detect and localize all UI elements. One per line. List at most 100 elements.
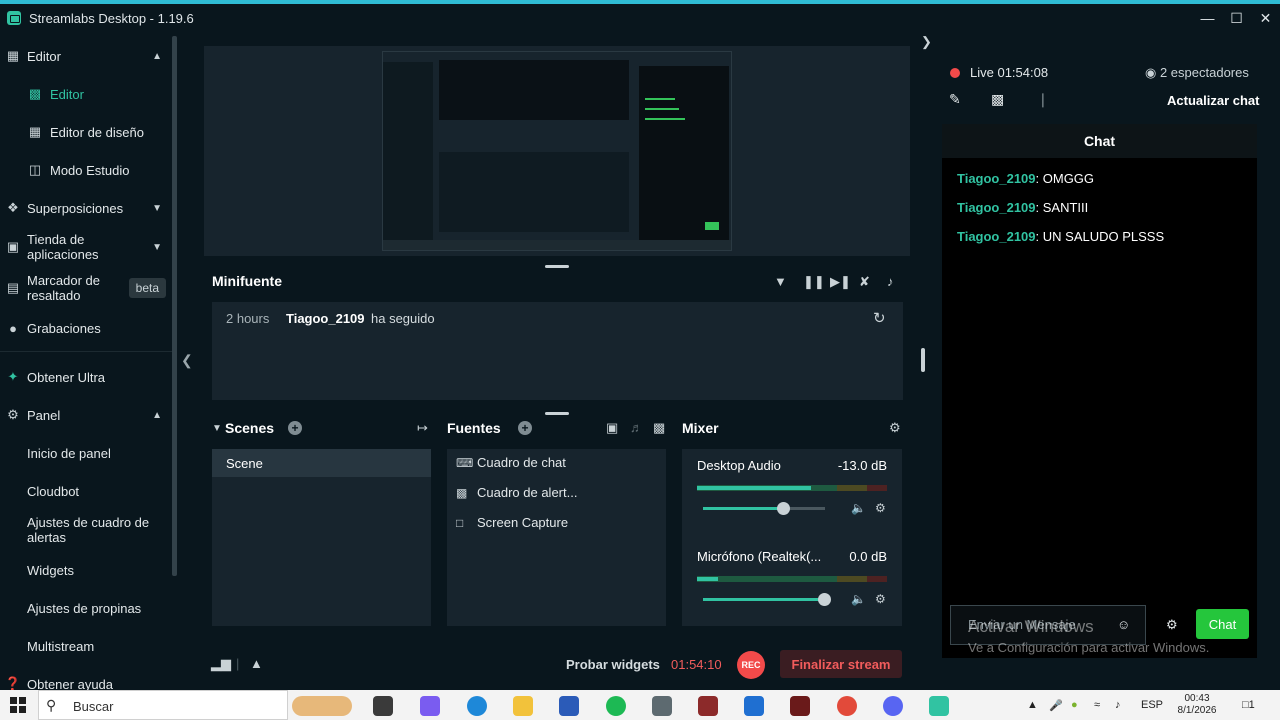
maximize-icon[interactable]: ☐ <box>1222 4 1251 32</box>
language-indicator[interactable]: ESP <box>1141 699 1163 711</box>
sidebar-item-overlays[interactable]: ❖ Superposiciones ▼ <box>0 200 172 216</box>
sidebar-item-recordings[interactable]: ● Grabaciones <box>0 320 172 336</box>
share-icon[interactable]: ❘ <box>1037 91 1049 108</box>
sidebar-scrollbar[interactable] <box>172 36 177 576</box>
audio-source-icon[interactable]: ♬ <box>630 420 643 435</box>
editor-icon: ▦ <box>6 48 20 63</box>
sidebar-group-editor[interactable]: ▦ Editor ▲ <box>0 48 172 64</box>
add-scene-icon[interactable]: + <box>288 421 302 435</box>
transition-icon[interactable]: ↦ <box>417 420 428 436</box>
sidebar-item-layout-editor[interactable]: ▦ Editor de diseño <box>0 124 172 140</box>
chat-message: Tiagoo_2109: OMGGG <box>957 171 1094 186</box>
send-chat-button[interactable]: Chat <box>1196 609 1249 639</box>
windows-start-icon[interactable] <box>10 697 26 713</box>
sidebar-item-multistream[interactable]: Multistream <box>0 638 172 654</box>
speaker-icon[interactable]: ♪ <box>1115 699 1121 711</box>
task-view-icon[interactable] <box>373 696 393 716</box>
source-item[interactable]: □ Screen Capture <box>456 515 568 530</box>
event-user[interactable]: Tiagoo_2109 <box>286 311 365 326</box>
chat-username[interactable]: Tiagoo_2109 <box>957 229 1036 244</box>
slider-knob[interactable] <box>818 593 831 606</box>
window-title: Streamlabs Desktop - 1.19.6 <box>29 10 194 26</box>
microphone-icon[interactable]: 🎤 <box>1049 699 1063 712</box>
notifications-icon[interactable]: ▲ <box>250 656 263 671</box>
sidebar-item-studio-mode[interactable]: ◫ Modo Estudio <box>0 162 172 178</box>
scene-item[interactable]: Scene <box>212 449 431 477</box>
filter-icon[interactable]: ▼ <box>774 274 787 289</box>
spotify-icon[interactable] <box>606 696 626 716</box>
streamlabs-logo-icon <box>7 11 21 25</box>
copilot-icon[interactable] <box>420 696 440 716</box>
speaker-icon[interactable]: 🔈 <box>851 592 866 606</box>
collapse-sidebar-icon[interactable]: ❮ <box>181 352 193 369</box>
emoji-icon[interactable]: ☺ <box>1117 617 1130 632</box>
volume-slider[interactable] <box>703 593 831 606</box>
tray-chevron-icon[interactable]: ▲ <box>1027 699 1038 711</box>
chat-username[interactable]: Tiagoo_2109 <box>957 171 1036 186</box>
sidebar-item-label: Editor <box>50 86 84 102</box>
game-icon[interactable] <box>698 696 718 716</box>
resize-handle[interactable] <box>545 265 569 268</box>
sidebar-item-label: Superposiciones <box>27 200 124 216</box>
sidebar-item-help[interactable]: ❓ Obtener ayuda <box>0 676 172 690</box>
clip-camera-icon[interactable]: ▩ <box>991 91 1004 108</box>
channel-settings-icon[interactable]: ⚙ <box>875 592 886 606</box>
streamlabs-taskbar-icon[interactable] <box>929 696 949 716</box>
record-icon: ● <box>9 320 17 336</box>
sidebar-item-dashboard-home[interactable]: Inicio de panel <box>0 445 172 461</box>
calculator-icon[interactable] <box>652 696 672 716</box>
close-icon[interactable]: ✕ <box>1251 4 1280 32</box>
replay-icon[interactable]: ↻ <box>873 309 886 327</box>
sidebar-item-label: Inicio de panel <box>27 445 111 461</box>
sidebar-item-editor[interactable]: ▩ Editor <box>0 86 172 102</box>
record-button[interactable]: REC <box>737 651 765 679</box>
sidebar-item-tip-settings[interactable]: Ajustes de propinas <box>0 600 172 616</box>
discord-icon[interactable] <box>883 696 903 716</box>
volume-slider[interactable] <box>703 502 825 515</box>
beta-badge: beta <box>128 278 166 298</box>
edge-icon[interactable] <box>467 696 487 716</box>
word-icon[interactable] <box>559 696 579 716</box>
sidebar-item-widgets[interactable]: Widgets <box>0 562 172 578</box>
resize-handle[interactable] <box>545 412 569 415</box>
minimize-icon[interactable]: — <box>1193 4 1222 32</box>
speaker-icon[interactable]: 🔈 <box>851 501 866 515</box>
source-item[interactable]: ⌨ Cuadro de chat <box>456 455 566 470</box>
sidebar-item-label: Ajustes de cuadro de alertas <box>27 515 150 545</box>
chat-settings-icon[interactable]: ⚙ <box>1166 617 1178 633</box>
xbox-icon[interactable]: ● <box>1071 699 1078 711</box>
source-item[interactable]: ▩ Cuadro de alert... <box>456 485 577 500</box>
mixer-settings-icon[interactable]: ⚙ <box>889 420 901 436</box>
panel-resize-handle[interactable] <box>921 348 925 372</box>
chrome-icon[interactable] <box>837 696 857 716</box>
game-launcher-icon[interactable] <box>790 696 810 716</box>
channel-settings-icon[interactable]: ⚙ <box>875 501 886 515</box>
mute-alerts-icon[interactable]: ✘ <box>859 274 870 290</box>
file-explorer-icon[interactable] <box>513 696 533 716</box>
notifications-center-icon[interactable]: □1 <box>1242 699 1255 711</box>
chat-username[interactable]: Tiagoo_2109 <box>957 200 1036 215</box>
sidebar-group-panel[interactable]: ⚙ Panel ▲ <box>0 407 172 423</box>
chevron-down-icon[interactable]: ▼ <box>212 423 222 434</box>
skip-icon[interactable]: ▶❚ <box>830 274 851 290</box>
sidebar-item-alert-box-settings[interactable]: Ajustes de cuadro de alertas <box>0 514 172 546</box>
volume-icon[interactable]: ♪ <box>887 274 894 289</box>
pause-icon[interactable]: ❚❚ <box>803 274 825 290</box>
wifi-icon[interactable]: ≈ <box>1094 699 1100 711</box>
test-widgets-button[interactable]: Probar widgets <box>566 657 660 672</box>
source-selection-icon[interactable]: ▣ <box>606 420 618 436</box>
sidebar-item-ultra[interactable]: ✦ Obtener Ultra <box>0 369 172 385</box>
end-stream-button[interactable]: Finalizar stream <box>780 650 902 678</box>
taskbar-clock[interactable]: 00:43 8/1/2026 <box>1172 693 1222 717</box>
sidebar-item-cloudbot[interactable]: Cloudbot <box>0 483 172 499</box>
add-source-icon[interactable]: + <box>518 421 532 435</box>
sidebar-item-highlighter[interactable]: ▤ Marcador de resaltado beta <box>0 272 172 304</box>
refresh-chat-button[interactable]: Actualizar chat <box>1167 93 1259 108</box>
folder-icon[interactable]: ▩ <box>653 420 665 436</box>
roblox-studio-icon[interactable] <box>744 696 764 716</box>
slider-knob[interactable] <box>776 502 790 515</box>
search-highlight-image[interactable] <box>292 696 352 716</box>
sidebar-item-app-store[interactable]: ▣ Tienda de aplicaciones ▼ <box>0 231 172 263</box>
edit-stream-icon[interactable]: ✎ <box>949 91 961 108</box>
performance-icon[interactable]: ▂▆ <box>211 656 231 672</box>
